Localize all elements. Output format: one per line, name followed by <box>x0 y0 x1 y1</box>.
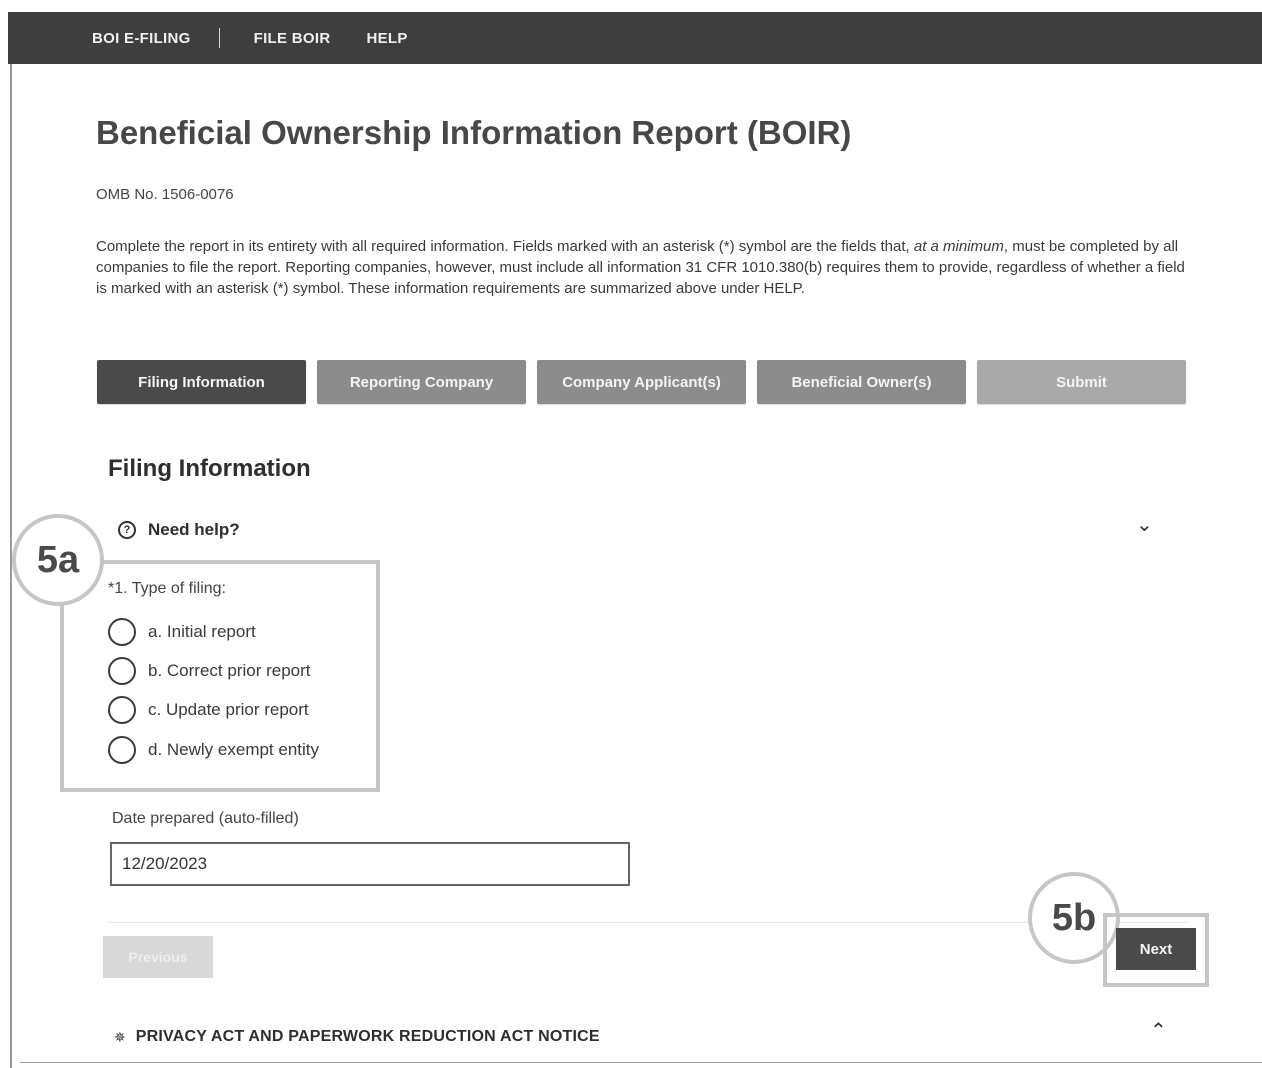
tab-company-applicants[interactable]: Company Applicant(s) <box>537 360 746 404</box>
filing-type-label: *1. Type of filing: <box>108 580 226 597</box>
radio-button[interactable] <box>108 618 136 646</box>
radio-correct-prior-report[interactable]: b. Correct prior report <box>108 657 311 685</box>
intro-paragraph: Complete the report in its entirety with… <box>96 236 1186 299</box>
brand-link[interactable]: BOI E-FILING <box>92 30 191 47</box>
radio-initial-report[interactable]: a. Initial report <box>108 618 256 646</box>
megaphone-icon: ✵ <box>114 1028 126 1045</box>
need-help-label: Need help? <box>148 520 240 539</box>
radio-label: c. Update prior report <box>148 700 309 719</box>
radio-button[interactable] <box>108 696 136 724</box>
question-circle-icon: ? <box>118 521 136 539</box>
privacy-notice-toggle[interactable]: ✵ PRIVACY ACT AND PAPERWORK REDUCTION AC… <box>114 1028 600 1046</box>
next-button[interactable]: Next <box>1116 928 1196 970</box>
nav-separator <box>218 28 220 48</box>
omb-number: OMB No. 1506-0076 <box>96 186 234 203</box>
nav-link-help[interactable]: HELP <box>366 30 407 47</box>
nav-link-file-boir[interactable]: FILE BOIR <box>254 30 331 47</box>
radio-label: a. Initial report <box>148 622 256 641</box>
intro-emphasis: at a minimum <box>913 238 1004 255</box>
date-prepared-input[interactable] <box>110 842 630 886</box>
form-divider <box>108 922 1188 923</box>
date-prepared-label: Date prepared (auto-filled) <box>112 810 299 827</box>
chevron-down-icon[interactable]: ⌄ <box>1136 512 1153 537</box>
radio-label: b. Correct prior report <box>148 661 311 680</box>
tab-submit[interactable]: Submit <box>977 360 1186 404</box>
callout-badge-5a: 5a <box>12 514 104 606</box>
page-title: Beneficial Ownership Information Report … <box>96 114 852 151</box>
need-help-toggle[interactable]: ? Need help? <box>118 520 240 540</box>
chevron-up-icon[interactable]: ⌃ <box>1150 1018 1167 1043</box>
radio-update-prior-report[interactable]: c. Update prior report <box>108 696 309 724</box>
radio-button[interactable] <box>108 657 136 685</box>
tab-beneficial-owners[interactable]: Beneficial Owner(s) <box>757 360 966 404</box>
top-navigation-bar: BOI E-FILING FILE BOIR HELP <box>8 12 1262 64</box>
tab-filing-information[interactable]: Filing Information <box>97 360 306 404</box>
radio-label: d. Newly exempt entity <box>148 740 320 759</box>
section-title: Filing Information <box>108 455 311 482</box>
page: BOI E-FILING FILE BOIR HELP Beneficial O… <box>0 0 1262 1068</box>
tab-reporting-company[interactable]: Reporting Company <box>317 360 526 404</box>
radio-newly-exempt-entity[interactable]: d. Newly exempt entity <box>108 736 319 764</box>
intro-text-1: Complete the report in its entirety with… <box>96 238 914 255</box>
previous-button[interactable]: Previous <box>103 936 213 978</box>
radio-button[interactable] <box>108 736 136 764</box>
page-bottom-border <box>20 1062 1262 1063</box>
privacy-notice-label: PRIVACY ACT AND PAPERWORK REDUCTION ACT … <box>135 1028 600 1045</box>
